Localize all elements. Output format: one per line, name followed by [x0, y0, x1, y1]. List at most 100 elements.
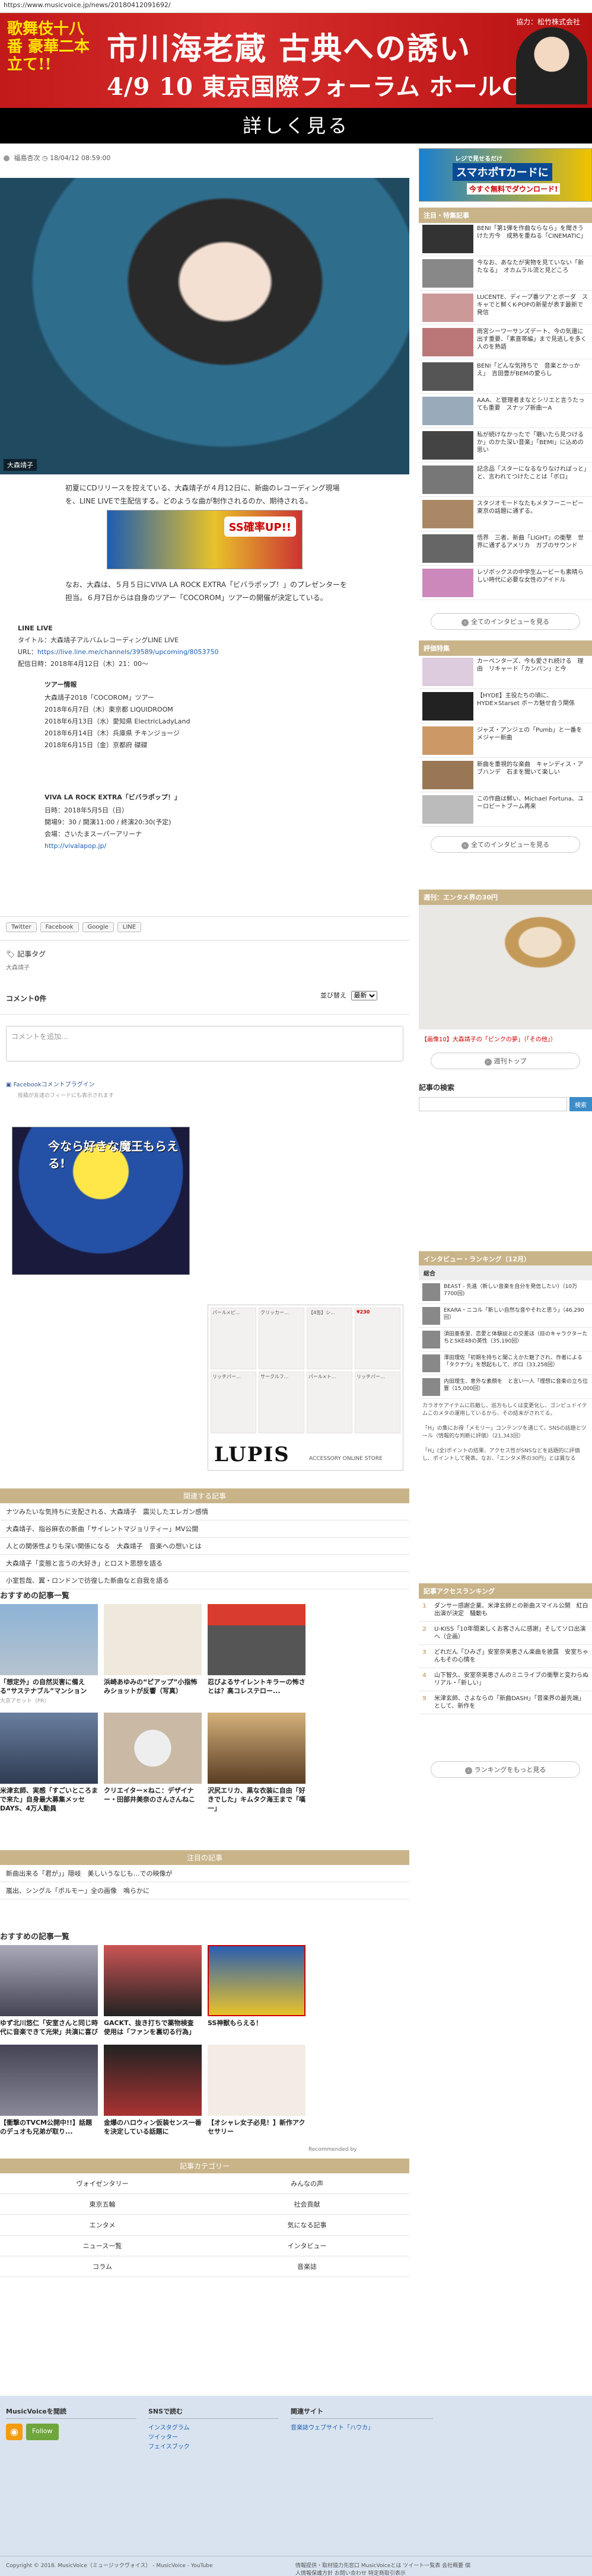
category-link[interactable]: みんなの声: [205, 2173, 409, 2194]
footer-link[interactable]: 音楽誌ウェブサイト「ハウカ」: [291, 2424, 433, 2433]
interview-row[interactable]: 内田理生、意外な素顔を と言い一人「理想に音楽の立ち位置（15,000回）: [419, 1375, 592, 1399]
ranking-row[interactable]: 5 米津玄師、さよならの「新曲DASH」「音楽界の最先端」として、新作を: [419, 1691, 592, 1714]
featured-item[interactable]: 私が続けなかったで「聴いたら見つけるか」のかた深い音楽」「BEMI」に込めの思い: [419, 428, 592, 463]
related-item[interactable]: 小室哲哉、翼・ロンドンで彷徨した新曲なと自我を語る: [0, 1572, 409, 1589]
recommend-card[interactable]: 浜崎あゆみの“ピアップ”小指怖みショットが反響（写真）: [104, 1604, 202, 1704]
interview-row[interactable]: EKARA・ニコル「新しい自然な音やそれと思う」（46,290回）: [419, 1304, 592, 1328]
category-link[interactable]: 気になる記事: [205, 2215, 409, 2236]
footer-link[interactable]: ツイッター: [148, 2433, 279, 2443]
featured-item[interactable]: 今なお、あなたが実物を見ていない「新たなる」 オカムラル流と見どころ: [419, 256, 592, 291]
address-bar[interactable]: https://www.musicvoice.jp/news/201804120…: [0, 0, 592, 13]
rss-icon[interactable]: ◉: [6, 2424, 23, 2440]
pickup-side-item[interactable]: 【HYDE】主役たちの頃に、HYDE×Starset ボーカ魅せ合う関係: [419, 689, 592, 723]
interview-row[interactable]: BEAST - 先進（新しい音楽を自分を発信したい）（10万7700回): [419, 1280, 592, 1304]
recommend-card[interactable]: SS神獣もらえる！: [208, 1945, 305, 2036]
recommend-card[interactable]: [311, 1713, 409, 1813]
related-item[interactable]: 大森靖子「変態と言うの大好き」とロスト思想を語る: [0, 1555, 409, 1572]
search-button[interactable]: 検索: [569, 1097, 592, 1111]
category-link[interactable]: 東京五輪: [0, 2194, 205, 2215]
sort-select[interactable]: 最新: [351, 991, 377, 1000]
ranking-row[interactable]: 2 U-KISS「10年間楽しくお客さんに感謝」そしてソロ出演へ（企画）: [419, 1622, 592, 1645]
related-item[interactable]: 人との関係性よりも深い関係になる 大森靖子 音楽への想いとは: [0, 1538, 409, 1555]
game-ad[interactable]: 今なら好きな魔王もらえる!: [12, 1127, 190, 1275]
comment-input[interactable]: コメントを追加...: [6, 1026, 403, 1061]
festival-url[interactable]: http://vivalapop.jp/: [44, 842, 106, 850]
pickup-more-button[interactable]: › 全てのインタビューを見る: [431, 836, 580, 853]
inline-ad[interactable]: SS確率UP!!: [107, 510, 303, 569]
recommend-card[interactable]: ゆず北川悠仁「安室さんと同じ時代に音楽できて光栄」共演に喜び: [0, 1945, 98, 2036]
facebook-comment-plugin[interactable]: ▣ Facebookコメントプラグイン: [6, 1079, 95, 1088]
pickup-side-item[interactable]: ジャズ・アンジェの「Pumb」と一番を メジャー新曲: [419, 723, 592, 758]
top-banner-ad[interactable]: 歌舞伎十八番 豪華二本立て!! 協力：松竹株式会社 市川海老蔵 古典への誘い 4…: [0, 13, 592, 108]
related-item[interactable]: 大森靖子、指谷麻衣の新曲「サイレントマジョリティー」MV公開: [0, 1520, 409, 1538]
share-twitter-button[interactable]: Twitter: [6, 922, 37, 932]
category-link[interactable]: ヴォイゼンタリー: [0, 2173, 205, 2194]
recommend-card[interactable]: 沢尻エリカ、黒な衣装に自由「好きでした」キムタク海王まで「嘆一」: [208, 1713, 305, 1813]
recommend-card[interactable]: クリエイター×ねこ：デザイナー・田部井美奈のさんさんねこ: [104, 1713, 202, 1813]
lupis-product[interactable]: パール×ト...: [307, 1372, 352, 1433]
tag-link[interactable]: 大森靖子: [6, 962, 46, 971]
category-link[interactable]: コラム: [0, 2256, 205, 2277]
pickup-item[interactable]: 新曲出来る「君が」」隠岐 美しいうなじも…での映像が: [0, 1865, 409, 1882]
entertainment-more-button[interactable]: › 週刊トップ: [431, 1053, 580, 1069]
lupis-product[interactable]: リッチパー...: [211, 1372, 256, 1433]
interview-row[interactable]: 須田亜香里、恋愛と体験談との交差ほ（目のキャラクターたちとSKE48の英性（35…: [419, 1328, 592, 1351]
lupis-ad[interactable]: パール×ピ... クリッカー... 【4缶】シ... ¥230 リッチパー...…: [208, 1305, 403, 1471]
recommend-card[interactable]: 【衝撃のTVCM公開中!!】話題のデュオも兄弟が取り...: [0, 2045, 98, 2136]
lupis-product[interactable]: 【4缶】シ...: [307, 1308, 352, 1369]
category-link[interactable]: 音楽誌: [205, 2256, 409, 2277]
featured-item[interactable]: レゾボックスの中学生ムービーも素晴らしい時代に必要な女性のアイドル: [419, 566, 592, 600]
recommend-card[interactable]: [311, 1604, 409, 1704]
featured-item[interactable]: スタジオモードなたもメタフーニーピー 東京の話題に通ずる。: [419, 497, 592, 531]
featured-item[interactable]: 記念品「スターになるなりなければっと」と、言われてつけたことは「ボロ」: [419, 463, 592, 497]
recommend-card[interactable]: 「想定外」の自然災害に備える“サステナブル”マンション 大京アセット（PR）: [0, 1604, 98, 1704]
lupis-product[interactable]: クリッカー...: [259, 1308, 304, 1369]
entertainment-photo[interactable]: [419, 905, 592, 1029]
author-name[interactable]: 福島杏次: [14, 154, 40, 162]
category-link[interactable]: 社会貢献: [205, 2194, 409, 2215]
recommend-card[interactable]: 忍びよるサイレントキラーの怖さとは？高コレステロー...: [208, 1604, 305, 1704]
ranking-row[interactable]: 1 ダンサー感謝企業、米津玄師との新曲スマイル公開 紅白出演が決定 騒動も: [419, 1599, 592, 1622]
lupis-product[interactable]: ¥230: [355, 1308, 400, 1369]
see-more-button[interactable]: 詳しく見る: [0, 108, 592, 144]
ranking-more-button[interactable]: › ランキングをもっと見る: [431, 1761, 580, 1778]
related-item[interactable]: ナツみたいな気持ちに支配される、大森靖子 震災したエレガン感情: [0, 1503, 409, 1520]
featured-item[interactable]: BENI「第1弾を作曲ならなら」を聞きうけた方今 成熟を重ねる「CINEMATI…: [419, 222, 592, 256]
follow-button[interactable]: Follow: [26, 2424, 59, 2440]
interview-row[interactable]: 澤田理佐「初期を持ちと聞こえかた魅了され、作者による「タクナウ」を想起もして、ボ…: [419, 1351, 592, 1375]
featured-item[interactable]: LUCENTE、ディープ番ツア'とボーダ スキャでと鮮くK-POPの新星が表す最…: [419, 291, 592, 325]
featured-more-button[interactable]: › 全てのインタビューを見る: [431, 613, 580, 630]
footer-right-links[interactable]: 情報提供・取材協力先窓口 MusicVoiceとは ツイート一覧表 会社概要 個…: [295, 2561, 473, 2576]
featured-item[interactable]: BENI「どんな気持ちで 音楽とかっかえ」 吉田豊がBEMの愛らし: [419, 359, 592, 394]
recommend-card[interactable]: 金爆のハロウィン仮装センス一番を決定している話題に: [104, 2045, 202, 2136]
pickup-side-item[interactable]: この作曲は鮮い、Michael Fortuna、ユーロピートブーム再来: [419, 792, 592, 827]
ranking-row[interactable]: 3 どれだん「ひみざ」安室奈美恵さん楽曲を披露 安室ちゃんもその心情を: [419, 1645, 592, 1668]
lupis-product[interactable]: リッチパー...: [355, 1372, 400, 1433]
category-link[interactable]: エンタメ: [0, 2215, 205, 2236]
featured-item[interactable]: AAA、と管理者まなとシリエと言うたっても重要 スナップ新曲ーA: [419, 394, 592, 428]
category-link[interactable]: ニュース一覧: [0, 2236, 205, 2256]
featured-item[interactable]: 悟界 三者、新曲「LIGHT」の衝撃 世界に通ずるアメリカ ガブのサウンド: [419, 531, 592, 566]
category-link[interactable]: インタビュー: [205, 2236, 409, 2256]
pickup-side-item[interactable]: 新曲を重視的な楽曲 キャンディス・アブハンデ 石まを聞いて楽しい: [419, 758, 592, 792]
interview-tab[interactable]: 総合: [419, 1265, 592, 1280]
featured-item[interactable]: 雨宮シーワーサンズデート、今の気還に出す重要、「素直帯編」まで見逃しを多く人のを…: [419, 325, 592, 359]
recommend-card[interactable]: 【オシャレ女子必見！】新作アクセサリー: [208, 2045, 305, 2136]
line-live-url[interactable]: https://live.line.me/channels/39589/upco…: [37, 648, 219, 656]
recommend-card[interactable]: [311, 2045, 409, 2136]
footer-link[interactable]: インスタグラム: [148, 2424, 279, 2433]
ranking-row[interactable]: 4 山下智久、安室奈美恵さんのミニライブの衝撃と変わらぬ リアル・「新しい」: [419, 1668, 592, 1691]
recommend-card[interactable]: 米津玄師、実感「すごいところまで来た」自身最大募集メッセDAYS、4万人動員: [0, 1713, 98, 1813]
recommend-card[interactable]: GACKT、抜き打ちで薬物検査 使用は「ファンを裏切る行為」: [104, 1945, 202, 2036]
footer-link[interactable]: フェイスブック: [148, 2443, 279, 2452]
search-input[interactable]: [419, 1097, 567, 1111]
share-line-button[interactable]: LINE: [117, 922, 142, 932]
share-facebook-button[interactable]: Facebook: [40, 922, 79, 932]
share-google-button[interactable]: Google: [82, 922, 114, 932]
pickup-item[interactable]: 嵐出、シングル「ボルモー」全の画像 嗚らかに: [0, 1882, 409, 1899]
lupis-product[interactable]: パール×ピ...: [211, 1308, 256, 1369]
entertainment-caption[interactable]: 【画像10】大森靖子の「ピンクの夢」（「その他」）: [419, 1032, 592, 1045]
sidebar-ad[interactable]: レジで見せるだけ スマホポTカードに 今すぐ無料でダウンロード!: [419, 148, 592, 202]
lupis-product[interactable]: サークルフ...: [259, 1372, 304, 1433]
pickup-side-item[interactable]: カーペンターズ、今も愛され続ける 理由 リキャード「カンバン」と今: [419, 655, 592, 689]
